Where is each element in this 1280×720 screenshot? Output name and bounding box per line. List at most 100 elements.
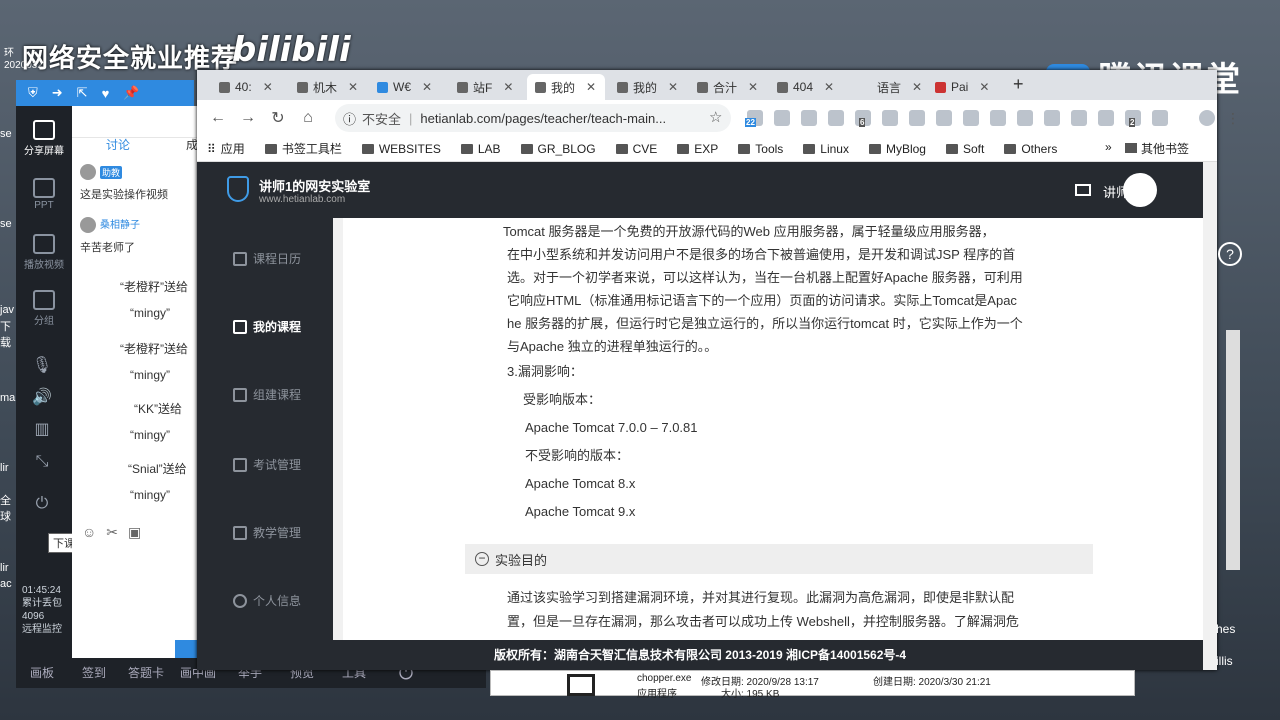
close-icon[interactable]: ✕ xyxy=(503,80,513,94)
extension-icon[interactable] xyxy=(774,110,790,126)
nav-profile[interactable]: 个人信息 xyxy=(233,592,301,609)
nav-my-courses[interactable]: 我的课程 xyxy=(233,318,301,335)
image-icon[interactable]: ▣ xyxy=(128,524,151,540)
bookmark-folder[interactable]: Tools xyxy=(738,142,783,156)
file-name[interactable]: chopper.exe xyxy=(637,673,692,684)
checkin-button[interactable]: 签到 xyxy=(68,658,120,688)
close-icon[interactable]: ✕ xyxy=(979,80,989,94)
close-icon[interactable]: ✕ xyxy=(586,80,596,94)
close-icon[interactable]: ✕ xyxy=(824,80,834,94)
share-screen-button[interactable]: 分享屏幕 xyxy=(16,120,72,157)
equalizer-icon[interactable]: ▥ xyxy=(30,414,54,446)
close-icon[interactable]: ✕ xyxy=(422,80,432,94)
reload-icon[interactable]: ↻ xyxy=(263,108,293,128)
bookmarks-overflow-button[interactable]: » xyxy=(1105,140,1112,154)
other-bookmarks[interactable]: 其他书签 xyxy=(1125,140,1189,157)
bookmark-folder[interactable]: EXP xyxy=(677,142,718,156)
browser-tab-active[interactable]: 我的 ✕ xyxy=(527,74,605,100)
power-icon[interactable]: ⏻ xyxy=(30,488,54,520)
nav-exams[interactable]: 考试管理 xyxy=(233,456,301,473)
bookmark-folder[interactable]: Soft xyxy=(945,142,984,156)
extension-icon[interactable] xyxy=(990,110,1006,126)
microphone-icon[interactable]: 🎙 xyxy=(30,350,54,382)
affected-label: 受影响版本： xyxy=(523,392,602,407)
extension-icon[interactable] xyxy=(801,110,817,126)
sidebar-scrollbar[interactable] xyxy=(333,218,343,640)
nav-teaching[interactable]: 教学管理 xyxy=(233,524,301,541)
share-icon[interactable]: ⇱ xyxy=(77,85,88,101)
extension-icon[interactable] xyxy=(828,110,844,126)
bookmark-folder[interactable]: Others xyxy=(1004,142,1057,156)
bookmark-folder[interactable]: CVE xyxy=(615,142,657,156)
folder-icon xyxy=(945,143,958,154)
help-icon[interactable]: ? xyxy=(1218,242,1242,266)
bookmark-folder[interactable]: 书签工具栏 xyxy=(264,140,342,157)
extension-icon[interactable] xyxy=(1044,110,1060,126)
shield-icon[interactable]: ⛨ xyxy=(28,85,38,101)
browser-tab[interactable]: 机木 ✕ xyxy=(289,74,358,100)
scissors-icon[interactable]: ✂ xyxy=(106,524,128,540)
page-scrollbar[interactable] xyxy=(1203,162,1217,670)
extension-icon[interactable] xyxy=(882,110,898,126)
profile-avatar[interactable] xyxy=(1199,110,1215,126)
browser-tab[interactable]: Pai ✕ xyxy=(927,74,989,100)
collapse-icon[interactable]: − xyxy=(475,552,489,566)
extension-icon[interactable]: 2 xyxy=(1125,110,1141,127)
extension-icon[interactable] xyxy=(1071,110,1087,126)
extension-icon[interactable]: 22 xyxy=(745,110,763,127)
browser-tab[interactable]: 合汁 ✕ xyxy=(689,74,758,100)
bookmark-folder[interactable]: Linux xyxy=(803,142,849,156)
play-video-button[interactable]: 播放视频 xyxy=(16,234,72,271)
emoji-icon[interactable]: ☺ xyxy=(82,524,106,540)
speaker-icon[interactable]: 🔊 xyxy=(30,382,54,414)
browser-tab[interactable]: 404 ✕ xyxy=(769,74,834,100)
ppt-button[interactable]: PPT xyxy=(16,178,72,211)
browser-tab[interactable]: 40: ✕ xyxy=(211,74,273,100)
close-icon[interactable]: ✕ xyxy=(668,80,678,94)
background-window-scrollbar[interactable] xyxy=(1226,330,1240,570)
nav-build-course[interactable]: 组建课程 xyxy=(233,386,301,403)
close-icon[interactable]: ✕ xyxy=(748,80,758,94)
extension-icon[interactable] xyxy=(936,110,952,126)
send-button[interactable] xyxy=(175,640,197,658)
whiteboard-button[interactable]: 画板 xyxy=(16,658,68,688)
pin-icon[interactable]: 📌 xyxy=(123,85,139,101)
avatar[interactable] xyxy=(1123,173,1157,207)
extension-icon[interactable] xyxy=(963,110,979,126)
answer-card-button[interactable]: 答题卡 xyxy=(120,658,172,688)
bookmark-folder[interactable]: LAB xyxy=(460,142,501,156)
bookmark-star-icon[interactable]: ☆ xyxy=(709,108,722,126)
group-button[interactable]: 分组 xyxy=(16,290,72,327)
bookmark-folder[interactable]: GR_BLOG xyxy=(520,142,596,156)
browser-tab[interactable]: 站F ✕ xyxy=(449,74,513,100)
new-tab-button[interactable]: + xyxy=(1013,74,1024,95)
browser-tab[interactable]: W€ ✕ xyxy=(369,74,432,100)
nav-calendar[interactable]: 课程日历 xyxy=(233,250,301,267)
section-header-goal[interactable]: − 实验目的 xyxy=(465,544,1093,574)
extension-icon[interactable] xyxy=(909,110,925,126)
menu-dots-icon[interactable]: ⋮ xyxy=(1226,110,1242,126)
forward-icon[interactable]: ➜ xyxy=(52,85,63,101)
address-bar[interactable]: ⓘ 不安全 | hetianlab.com/pages/teacher/teac… xyxy=(335,104,731,132)
heart-icon[interactable]: ♥ xyxy=(102,86,110,101)
bookmark-folder[interactable]: MyBlog xyxy=(868,142,926,156)
extension-icon[interactable]: 6 xyxy=(855,110,871,127)
info-icon[interactable]: ⓘ xyxy=(343,109,356,128)
bookmark-apps[interactable]: ⠿ 应用 xyxy=(207,140,245,157)
close-icon[interactable]: ✕ xyxy=(348,80,358,94)
extension-icon[interactable] xyxy=(1152,110,1168,126)
expand-icon[interactable]: ⤡ xyxy=(30,446,54,478)
home-icon[interactable]: ⌂ xyxy=(293,109,323,127)
browser-tab[interactable]: 语言 ✕ xyxy=(869,74,922,100)
tab-discussion[interactable]: 讨论 xyxy=(106,136,130,153)
bookmark-folder[interactable]: WEBSITES xyxy=(361,142,441,156)
back-icon[interactable]: ← xyxy=(203,109,233,127)
browser-tab[interactable]: 我的 ✕ xyxy=(609,74,678,100)
message-icon[interactable] xyxy=(1075,184,1091,196)
forward-icon[interactable]: → xyxy=(233,109,263,127)
close-icon[interactable]: ✕ xyxy=(263,80,273,94)
close-icon[interactable]: ✕ xyxy=(912,80,922,94)
extension-icon[interactable] xyxy=(1098,110,1114,126)
extension-icon[interactable] xyxy=(1017,110,1033,126)
chat-tools: ☺✂▣ xyxy=(82,524,151,541)
